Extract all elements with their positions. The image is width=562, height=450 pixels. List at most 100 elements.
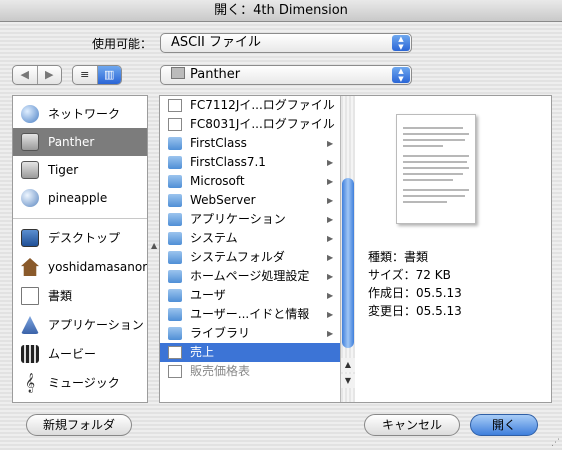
file-row[interactable]: アプリケーション ▶ bbox=[160, 210, 340, 229]
file-row[interactable]: ホームページ処理設定 ▶ bbox=[160, 267, 340, 286]
preview-modified: 変更日：05.5.13 bbox=[368, 304, 462, 318]
file-name: Microsoft bbox=[190, 174, 245, 188]
sidebar-item-documents[interactable]: 書類 bbox=[13, 282, 147, 310]
folder-icon bbox=[168, 156, 182, 169]
file-row[interactable]: Microsoft ▶ bbox=[160, 172, 340, 191]
cancel-button[interactable]: キャンセル bbox=[364, 414, 460, 436]
file-name: システムフォルダ bbox=[190, 250, 285, 264]
column-view-button[interactable]: ▥ bbox=[97, 66, 121, 84]
file-name: ユーザ bbox=[190, 288, 226, 302]
open-button[interactable]: 開く bbox=[470, 414, 538, 436]
movies-icon bbox=[21, 345, 39, 363]
open-dialog: 開く：4th Dimension 使用可能： ASCII ファイル ▲ ▼ ◀ ▶… bbox=[0, 0, 562, 450]
desktop-icon bbox=[21, 229, 39, 247]
sidebar-item-applications[interactable]: アプリケーション bbox=[13, 311, 147, 339]
scroll-thumb[interactable] bbox=[342, 178, 354, 348]
file-row[interactable]: WebServer ▶ bbox=[160, 191, 340, 210]
documents-icon bbox=[21, 287, 39, 305]
sidebar-item-label: ミュージック bbox=[48, 376, 120, 390]
file-browser: FC7112Jイ...ログファイル FC8031Jイ...ログファイル FirstC… bbox=[159, 95, 552, 403]
sidebar-item-home[interactable]: yoshidamasanori bbox=[13, 253, 147, 281]
file-name: ユーザー...イドと情報 bbox=[190, 307, 310, 321]
file-row[interactable]: FC8031Jイ...ログファイル bbox=[160, 115, 340, 134]
popup-arrows-icon: ▲ ▼ bbox=[392, 67, 410, 83]
disclosure-arrow-icon: ▶ bbox=[327, 291, 334, 300]
location-popup[interactable]: Panther ▲ ▼ bbox=[160, 65, 412, 85]
preview-pane: 種類：書類 サイズ：72 KB 作成日：05.5.13 変更日：05.5.13 bbox=[356, 96, 551, 402]
sidebar-item-tiger[interactable]: Tiger bbox=[13, 156, 147, 184]
disclosure-arrow-icon: ▶ bbox=[327, 253, 334, 262]
file-row[interactable]: システム ▶ bbox=[160, 229, 340, 248]
folder-icon bbox=[168, 251, 182, 264]
sidebar-item-network[interactable]: ネットワーク bbox=[13, 100, 147, 128]
file-row[interactable]: システムフォルダ ▶ bbox=[160, 248, 340, 267]
scroll-up-arrow-icon[interactable]: ▲ bbox=[341, 358, 355, 372]
hard-disk-icon bbox=[21, 133, 39, 151]
location-value: Panther bbox=[190, 67, 241, 82]
folder-icon bbox=[168, 289, 182, 302]
disclosure-arrow-icon: ▶ bbox=[327, 158, 334, 167]
filter-popup[interactable]: ASCII ファイル ▲ ▼ bbox=[160, 33, 412, 53]
folder-icon bbox=[168, 137, 182, 150]
file-column: FC7112Jイ...ログファイル FC8031Jイ...ログファイル FirstC… bbox=[160, 96, 340, 402]
sidebar-divider bbox=[13, 218, 147, 219]
disclosure-arrow-icon: ▶ bbox=[327, 329, 334, 338]
folder-icon bbox=[168, 270, 182, 283]
sidebar-item-pineapple[interactable]: pineapple bbox=[13, 184, 147, 212]
sidebar-item-label: ネットワーク bbox=[48, 107, 121, 121]
disclosure-arrow-icon: ▶ bbox=[327, 196, 334, 205]
view-mode-control: ≡ ▥ bbox=[72, 65, 122, 85]
file-name: FirstClass bbox=[190, 136, 247, 150]
file-name: FC7112Jイ...ログファイル bbox=[190, 98, 335, 112]
network-disk-icon bbox=[21, 189, 39, 207]
disclosure-arrow-icon: ▶ bbox=[327, 177, 334, 186]
scroll-down-arrow-icon[interactable]: ▼ bbox=[341, 374, 355, 388]
filter-label: 使用可能： bbox=[92, 37, 153, 51]
folder-icon bbox=[168, 308, 182, 321]
splitter-handle-icon: ▲ bbox=[151, 241, 158, 250]
disclosure-arrow-icon: ▶ bbox=[327, 310, 334, 319]
folder-icon bbox=[168, 327, 182, 340]
sidebar-item-desktop[interactable]: デスクトップ bbox=[13, 224, 147, 252]
file-row: 販売価格表 bbox=[160, 362, 340, 381]
folder-icon bbox=[168, 213, 182, 226]
window-title: 開く：4th Dimension bbox=[0, 0, 562, 22]
back-button[interactable]: ◀ bbox=[13, 66, 38, 84]
sidebar-item-movies[interactable]: ムービー bbox=[13, 340, 147, 368]
list-view-button[interactable]: ≡ bbox=[73, 66, 98, 84]
sidebar-item-label: yoshidamasanori bbox=[48, 260, 148, 274]
disclosure-arrow-icon: ▶ bbox=[327, 139, 334, 148]
file-name: ライブラリ bbox=[190, 326, 251, 340]
file-name: 販売価格表 bbox=[190, 364, 251, 378]
new-folder-button[interactable]: 新規フォルダ bbox=[26, 414, 132, 436]
sidebar-item-panther[interactable]: Panther bbox=[13, 128, 147, 156]
file-name: WebServer bbox=[190, 193, 256, 207]
preview-kind: 種類：書類 bbox=[368, 250, 429, 264]
file-name: ホームページ処理設定 bbox=[190, 269, 310, 283]
music-icon: 𝄞 bbox=[24, 373, 36, 393]
hard-disk-icon bbox=[21, 161, 39, 179]
file-row[interactable]: FC7112Jイ...ログファイル bbox=[160, 96, 340, 115]
preview-size: サイズ：72 KB bbox=[368, 268, 451, 282]
file-row[interactable]: ライブラリ ▶ bbox=[160, 324, 340, 343]
forward-button[interactable]: ▶ bbox=[38, 66, 62, 84]
column-scrollbar[interactable]: ▲ ▼ bbox=[340, 96, 355, 402]
file-row[interactable]: FirstClass ▶ bbox=[160, 134, 340, 153]
file-row[interactable]: ユーザー...イドと情報 ▶ bbox=[160, 305, 340, 324]
file-row[interactable]: ユーザ ▶ bbox=[160, 286, 340, 305]
sidebar-item-label: デスクトップ bbox=[48, 231, 121, 245]
sidebar: ネットワーク Panther Tiger pineapple デスクトップ yo… bbox=[12, 95, 148, 403]
folder-icon bbox=[168, 175, 182, 188]
disclosure-arrow-icon: ▶ bbox=[327, 215, 334, 224]
filter-value: ASCII ファイル bbox=[171, 35, 262, 50]
file-row[interactable]: 売上 bbox=[160, 343, 340, 362]
sidebar-item-label: pineapple bbox=[48, 191, 108, 205]
sidebar-item-label: Tiger bbox=[48, 163, 79, 177]
resize-grip-icon[interactable]: ⋰ bbox=[551, 438, 560, 448]
sidebar-item-label: Panther bbox=[48, 135, 95, 149]
sidebar-item-music[interactable]: 𝄞 ミュージック bbox=[13, 369, 147, 397]
file-row[interactable]: FirstClass7.1 ▶ bbox=[160, 153, 340, 172]
sidebar-item-label: アプリケーション bbox=[48, 318, 144, 332]
sidebar-splitter[interactable]: ▲ bbox=[151, 95, 159, 403]
document-icon bbox=[168, 99, 182, 112]
